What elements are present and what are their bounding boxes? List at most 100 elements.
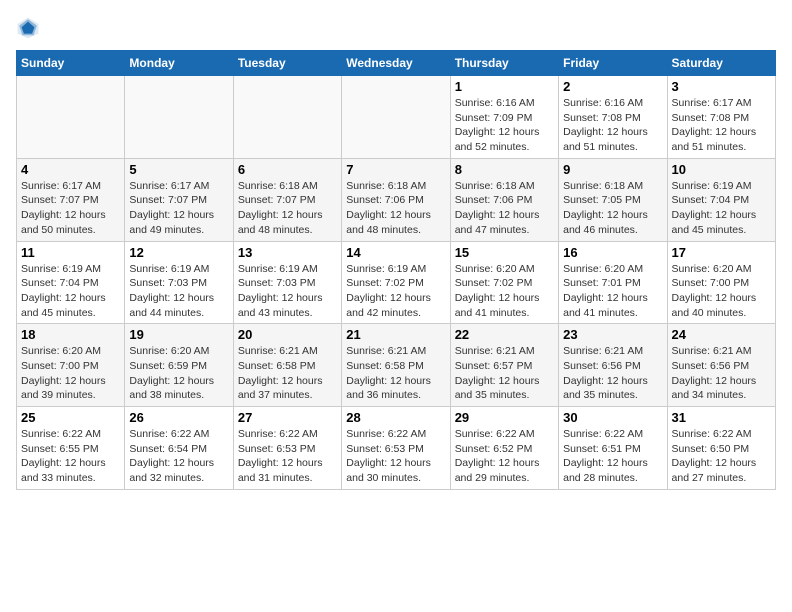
day-number: 12 [129, 245, 228, 260]
day-info: Sunrise: 6:17 AM Sunset: 7:08 PM Dayligh… [672, 96, 771, 155]
day-info: Sunrise: 6:19 AM Sunset: 7:03 PM Dayligh… [238, 262, 337, 321]
day-number: 26 [129, 410, 228, 425]
calendar-cell: 31 Sunrise: 6:22 AM Sunset: 6:50 PM Dayli… [667, 407, 775, 490]
calendar-cell: 16 Sunrise: 6:20 AM Sunset: 7:01 PM Dayli… [559, 241, 667, 324]
calendar-cell: 19 Sunrise: 6:20 AM Sunset: 6:59 PM Dayli… [125, 324, 233, 407]
calendar-cell: 14Sunrise: 6:19 AM Sunset: 7:02 PM Dayli… [342, 241, 450, 324]
day-number: 16 [563, 245, 662, 260]
day-info: Sunrise: 6:22 AM Sunset: 6:50 PM Dayligh… [672, 427, 771, 486]
calendar-cell: 21Sunrise: 6:21 AM Sunset: 6:58 PM Dayli… [342, 324, 450, 407]
day-number: 25 [21, 410, 120, 425]
day-number: 11 [21, 245, 120, 260]
day-info: Sunrise: 6:21 AM Sunset: 6:58 PM Dayligh… [238, 344, 337, 403]
day-number: 10 [672, 162, 771, 177]
day-info: Sunrise: 6:18 AM Sunset: 7:07 PM Dayligh… [238, 179, 337, 238]
day-info: Sunrise: 6:21 AM Sunset: 6:57 PM Dayligh… [455, 344, 554, 403]
day-info: Sunrise: 6:19 AM Sunset: 7:03 PM Dayligh… [129, 262, 228, 321]
day-info: Sunrise: 6:22 AM Sunset: 6:55 PM Dayligh… [21, 427, 120, 486]
day-info: Sunrise: 6:19 AM Sunset: 7:04 PM Dayligh… [672, 179, 771, 238]
day-number: 27 [238, 410, 337, 425]
day-info: Sunrise: 6:22 AM Sunset: 6:53 PM Dayligh… [238, 427, 337, 486]
day-number: 8 [455, 162, 554, 177]
calendar-cell: 20 Sunrise: 6:21 AM Sunset: 6:58 PM Dayli… [233, 324, 341, 407]
column-header-sunday: Sunday [17, 51, 125, 76]
calendar: SundayMondayTuesdayWednesdayThursdayFrid… [16, 50, 776, 490]
calendar-cell: 2 Sunrise: 6:16 AM Sunset: 7:08 PM Daylig… [559, 76, 667, 159]
calendar-cell: 28 Sunrise: 6:22 AM Sunset: 6:53 PM Dayli… [342, 407, 450, 490]
calendar-cell: 27 Sunrise: 6:22 AM Sunset: 6:53 PM Dayli… [233, 407, 341, 490]
day-number: 23 [563, 327, 662, 342]
calendar-cell [233, 76, 341, 159]
day-info: Sunrise: 6:20 AM Sunset: 7:01 PM Dayligh… [563, 262, 662, 321]
calendar-cell [17, 76, 125, 159]
column-header-wednesday: Wednesday [342, 51, 450, 76]
day-info: Sunrise: 6:21 AM Sunset: 6:56 PM Dayligh… [563, 344, 662, 403]
day-number: 28 [346, 410, 445, 425]
day-info: Sunrise: 6:17 AM Sunset: 7:07 PM Dayligh… [21, 179, 120, 238]
calendar-cell: 4 Sunrise: 6:17 AM Sunset: 7:07 PM Daylig… [17, 158, 125, 241]
day-info: Sunrise: 6:20 AM Sunset: 7:02 PM Dayligh… [455, 262, 554, 321]
day-number: 2 [563, 79, 662, 94]
calendar-week-row: 18Sunrise: 6:20 AM Sunset: 7:00 PM Dayli… [17, 324, 776, 407]
calendar-cell: 1 Sunrise: 6:16 AM Sunset: 7:09 PM Daylig… [450, 76, 558, 159]
day-info: Sunrise: 6:19 AM Sunset: 7:04 PM Dayligh… [21, 262, 120, 321]
day-info: Sunrise: 6:21 AM Sunset: 6:56 PM Dayligh… [672, 344, 771, 403]
column-header-monday: Monday [125, 51, 233, 76]
day-number: 1 [455, 79, 554, 94]
day-info: Sunrise: 6:16 AM Sunset: 7:08 PM Dayligh… [563, 96, 662, 155]
calendar-cell: 12 Sunrise: 6:19 AM Sunset: 7:03 PM Dayli… [125, 241, 233, 324]
day-info: Sunrise: 6:18 AM Sunset: 7:06 PM Dayligh… [346, 179, 445, 238]
day-info: Sunrise: 6:16 AM Sunset: 7:09 PM Dayligh… [455, 96, 554, 155]
calendar-week-row: 4 Sunrise: 6:17 AM Sunset: 7:07 PM Daylig… [17, 158, 776, 241]
calendar-cell: 30 Sunrise: 6:22 AM Sunset: 6:51 PM Dayli… [559, 407, 667, 490]
calendar-cell: 5 Sunrise: 6:17 AM Sunset: 7:07 PM Daylig… [125, 158, 233, 241]
day-info: Sunrise: 6:17 AM Sunset: 7:07 PM Dayligh… [129, 179, 228, 238]
calendar-cell [125, 76, 233, 159]
day-number: 30 [563, 410, 662, 425]
calendar-week-row: 11 Sunrise: 6:19 AM Sunset: 7:04 PM Dayli… [17, 241, 776, 324]
day-info: Sunrise: 6:20 AM Sunset: 7:00 PM Dayligh… [21, 344, 120, 403]
day-number: 29 [455, 410, 554, 425]
day-info: Sunrise: 6:22 AM Sunset: 6:51 PM Dayligh… [563, 427, 662, 486]
day-number: 5 [129, 162, 228, 177]
column-header-tuesday: Tuesday [233, 51, 341, 76]
day-info: Sunrise: 6:20 AM Sunset: 6:59 PM Dayligh… [129, 344, 228, 403]
day-number: 22 [455, 327, 554, 342]
day-number: 4 [21, 162, 120, 177]
day-number: 15 [455, 245, 554, 260]
day-number: 31 [672, 410, 771, 425]
day-info: Sunrise: 6:22 AM Sunset: 6:54 PM Dayligh… [129, 427, 228, 486]
logo [16, 16, 44, 40]
calendar-cell [342, 76, 450, 159]
day-info: Sunrise: 6:20 AM Sunset: 7:00 PM Dayligh… [672, 262, 771, 321]
column-header-thursday: Thursday [450, 51, 558, 76]
calendar-cell: 15 Sunrise: 6:20 AM Sunset: 7:02 PM Dayli… [450, 241, 558, 324]
day-number: 21 [346, 327, 445, 342]
calendar-cell: 10 Sunrise: 6:19 AM Sunset: 7:04 PM Dayli… [667, 158, 775, 241]
day-number: 14 [346, 245, 445, 260]
day-number: 20 [238, 327, 337, 342]
calendar-header-row: SundayMondayTuesdayWednesdayThursdayFrid… [17, 51, 776, 76]
calendar-week-row: 1 Sunrise: 6:16 AM Sunset: 7:09 PM Daylig… [17, 76, 776, 159]
calendar-cell: 3 Sunrise: 6:17 AM Sunset: 7:08 PM Daylig… [667, 76, 775, 159]
calendar-cell: 6Sunrise: 6:18 AM Sunset: 7:07 PM Daylig… [233, 158, 341, 241]
calendar-cell: 29 Sunrise: 6:22 AM Sunset: 6:52 PM Dayli… [450, 407, 558, 490]
day-number: 13 [238, 245, 337, 260]
calendar-cell: 23 Sunrise: 6:21 AM Sunset: 6:56 PM Dayli… [559, 324, 667, 407]
calendar-cell: 26 Sunrise: 6:22 AM Sunset: 6:54 PM Dayli… [125, 407, 233, 490]
day-info: Sunrise: 6:22 AM Sunset: 6:52 PM Dayligh… [455, 427, 554, 486]
day-number: 9 [563, 162, 662, 177]
day-number: 7 [346, 162, 445, 177]
column-header-friday: Friday [559, 51, 667, 76]
page-header [16, 16, 776, 40]
day-number: 3 [672, 79, 771, 94]
day-info: Sunrise: 6:22 AM Sunset: 6:53 PM Dayligh… [346, 427, 445, 486]
calendar-cell: 18Sunrise: 6:20 AM Sunset: 7:00 PM Dayli… [17, 324, 125, 407]
day-info: Sunrise: 6:18 AM Sunset: 7:05 PM Dayligh… [563, 179, 662, 238]
calendar-cell: 13 Sunrise: 6:19 AM Sunset: 7:03 PM Dayli… [233, 241, 341, 324]
logo-icon [16, 16, 40, 40]
calendar-week-row: 25 Sunrise: 6:22 AM Sunset: 6:55 PM Dayli… [17, 407, 776, 490]
calendar-cell: 9 Sunrise: 6:18 AM Sunset: 7:05 PM Daylig… [559, 158, 667, 241]
day-number: 19 [129, 327, 228, 342]
day-number: 24 [672, 327, 771, 342]
